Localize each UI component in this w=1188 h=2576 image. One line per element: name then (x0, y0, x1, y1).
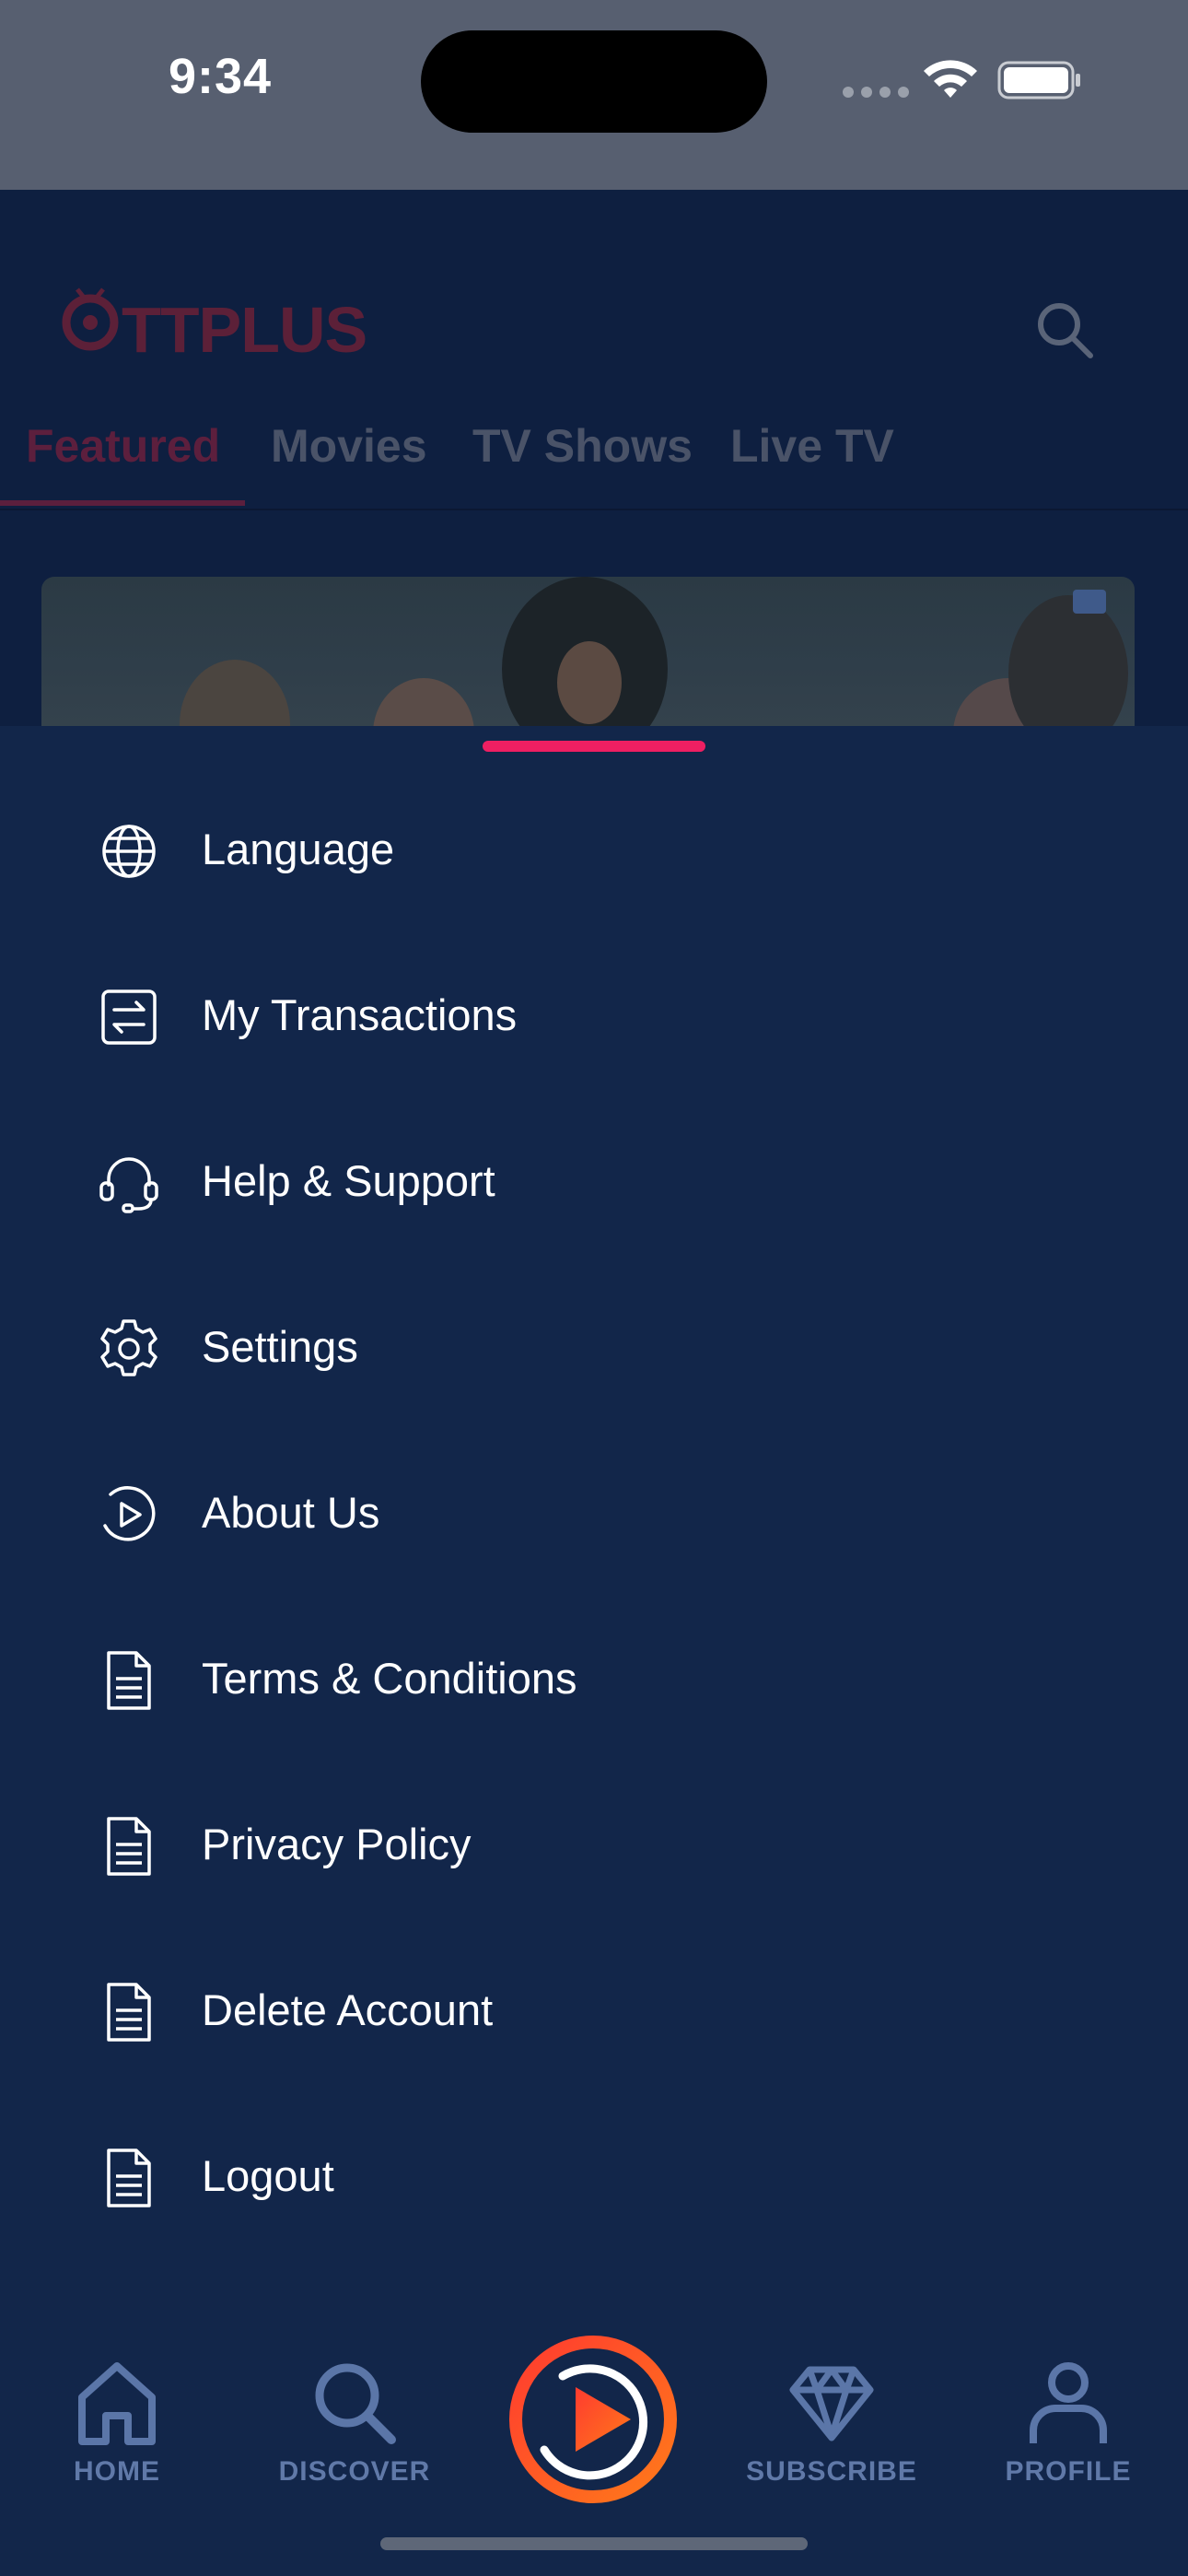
home-indicator (380, 2537, 808, 2550)
menu-item-label: Delete Account (202, 1985, 494, 2034)
menu-item-my-transactions[interactable]: My Transactions (0, 932, 1188, 1098)
person-icon (1030, 2362, 1107, 2443)
menu-item-label: Logout (202, 2151, 334, 2200)
cellular-signal-icon (843, 87, 909, 98)
tab-live-tv[interactable]: Live TV (730, 419, 894, 473)
menu-item-settings[interactable]: Settings (0, 1264, 1188, 1430)
menu-item-about-us[interactable]: About Us (0, 1430, 1188, 1596)
tab-featured[interactable]: Featured (26, 419, 220, 473)
transactions-icon (101, 989, 157, 1045)
document-icon (107, 2149, 151, 2207)
play-circle-icon (103, 1486, 156, 1541)
nav-profile[interactable]: PROFILE (976, 2357, 1160, 2504)
headset-icon (99, 1157, 158, 1213)
battery-icon (997, 61, 1080, 100)
brand-logo-text: TTPLUS (122, 294, 367, 366)
tab-tv-shows[interactable]: TV Shows (472, 419, 693, 473)
wifi-icon (924, 60, 977, 98)
gear-icon (100, 1319, 157, 1376)
play-icon[interactable] (507, 2334, 679, 2505)
menu-sheet: Language My Transactions Help & Support … (0, 726, 1188, 2311)
dynamic-island (421, 30, 767, 133)
menu-item-label: Terms & Conditions (202, 1654, 577, 1703)
tabs-divider (0, 509, 1188, 510)
menu-item-label: Settings (202, 1322, 358, 1371)
menu-item-delete-account[interactable]: Delete Account (0, 1927, 1188, 2093)
featured-banner[interactable] (41, 577, 1135, 726)
document-icon (107, 1983, 151, 2042)
screen: 9:34 TTPLUS Featured Movies TV Shows Liv… (0, 0, 1188, 2576)
nav-label: PROFILE (1005, 2456, 1132, 2487)
nav-label: DISCOVER (278, 2456, 431, 2487)
menu-item-privacy-policy[interactable]: Privacy Policy (0, 1762, 1188, 1927)
sheet-grabber[interactable] (483, 741, 705, 752)
nav-subscribe[interactable]: SUBSCRIBE (740, 2357, 924, 2504)
menu-item-label: Language (202, 825, 395, 873)
menu-item-help-support[interactable]: Help & Support (0, 1098, 1188, 1264)
nav-label: HOME (74, 2456, 160, 2487)
active-tab-indicator (0, 500, 245, 506)
bottom-nav: HOME DISCOVER SUBSCRIBE PROFILE (0, 2311, 1188, 2576)
menu-item-terms-conditions[interactable]: Terms & Conditions (0, 1596, 1188, 1762)
menu-item-label: Privacy Policy (202, 1820, 472, 1868)
menu-item-label: My Transactions (202, 990, 518, 1039)
nav-home[interactable]: HOME (25, 2357, 209, 2504)
document-icon (107, 1651, 151, 1710)
menu-item-label: Help & Support (202, 1156, 495, 1205)
globe-icon (102, 825, 156, 878)
status-time: 9:34 (169, 49, 273, 104)
menu-item-logout[interactable]: Logout (0, 2093, 1188, 2259)
search-icon[interactable] (1031, 297, 1098, 363)
nav-label: SUBSCRIBE (746, 2456, 917, 2487)
document-icon (107, 1817, 151, 1876)
tab-movies[interactable]: Movies (271, 419, 427, 473)
menu-item-language[interactable]: Language (0, 767, 1188, 932)
nav-discover[interactable]: DISCOVER (262, 2357, 447, 2504)
home-icon (78, 2362, 156, 2445)
menu-item-label: About Us (202, 1488, 380, 1537)
diamond-icon (789, 2366, 874, 2441)
search-icon (315, 2363, 396, 2444)
category-tabs: Featured Movies TV Shows Live TV (0, 419, 1188, 511)
status-bar: 9:34 (0, 0, 1188, 190)
